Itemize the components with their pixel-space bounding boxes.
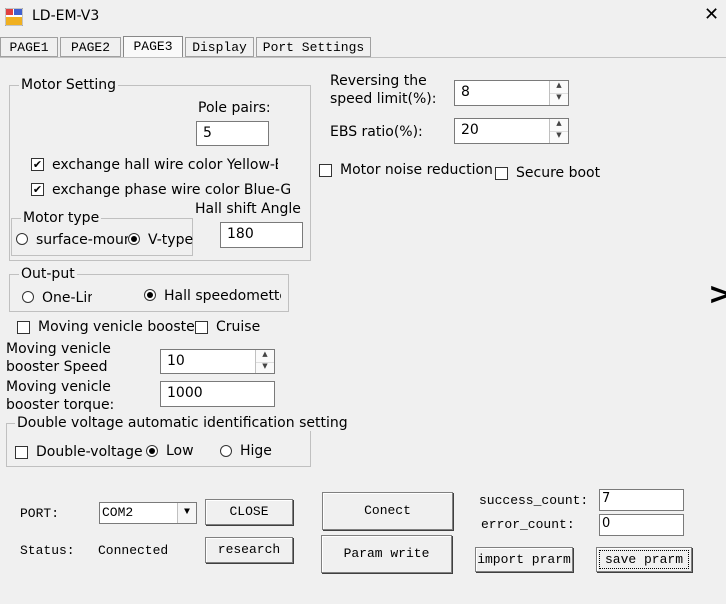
hall-shift-input[interactable]: 180 (220, 222, 303, 248)
save-param-button[interactable]: save prarm (596, 547, 692, 572)
booster-torque-label-line2: booster torque: (6, 397, 115, 413)
title-bar: LD-EM-V3 ✕ (0, 0, 726, 34)
double-voltage-legend: Double voltage automatic identification … (15, 415, 350, 431)
one-line-label: One-Line (42, 290, 92, 306)
connect-button[interactable]: Conect (322, 492, 453, 530)
tab-page3[interactable]: PAGE3 (123, 36, 183, 58)
booster-label: Moving venicle booster (38, 319, 201, 335)
one-line-radio[interactable] (22, 291, 34, 303)
phase-wire-label: exchange phase wire color Blue-Green (52, 182, 290, 198)
research-button[interactable]: research (205, 537, 293, 563)
reversing-spinner[interactable]: ▲ ▼ (549, 81, 568, 105)
phase-wire-checkbox[interactable]: ✔ (31, 183, 44, 196)
high-label: Hige (240, 443, 272, 459)
tab-divider (0, 57, 726, 58)
v-type-label: V-type (148, 232, 194, 248)
reversing-label-line1: Reversing the (330, 73, 427, 89)
booster-checkbox[interactable] (17, 321, 30, 334)
error-count-label: error_count: (481, 517, 575, 532)
motor-type-legend: Motor type (21, 210, 102, 226)
output-legend: Out-put (19, 266, 77, 282)
motor-setting-legend: Motor Setting (19, 77, 119, 93)
hall-shift-label: Hall shift Angle (195, 201, 301, 217)
tab-page1[interactable]: PAGE1 (0, 37, 58, 57)
surface-mounted-label: surface-mounted (36, 232, 128, 248)
status-value: Connected (98, 543, 169, 558)
reversing-label-line2: speed limit(%): (330, 91, 437, 107)
tab-page2[interactable]: PAGE2 (60, 37, 121, 57)
close-icon[interactable]: ✕ (704, 6, 719, 24)
hall-speedometer-radio[interactable] (144, 289, 156, 301)
low-label: Low (166, 443, 194, 459)
chevron-right-icon[interactable]: > (708, 280, 726, 310)
pole-pairs-input[interactable]: 5 (196, 121, 269, 146)
port-select-value: COM2 (102, 505, 134, 520)
v-type-radio[interactable] (128, 233, 140, 245)
status-label: Status: (20, 543, 75, 558)
double-voltage-checkbox[interactable] (15, 446, 28, 459)
booster-torque-label-line1: Moving venicle (6, 379, 111, 395)
error-count-input[interactable]: 0 (599, 514, 684, 536)
secure-boot-label: Secure boot (516, 165, 601, 181)
booster-speed-label-line1: Moving venicle (6, 341, 111, 357)
noise-reduction-checkbox[interactable] (319, 164, 332, 177)
cruise-checkbox[interactable] (195, 321, 208, 334)
param-write-button[interactable]: Param write (321, 535, 452, 573)
ebs-ratio-input[interactable]: 20 ▲ ▼ (454, 118, 569, 144)
noise-reduction-label: Motor noise reduction (340, 162, 493, 178)
booster-torque-input[interactable]: 1000 (160, 381, 275, 407)
pole-pairs-label: Pole pairs: (198, 100, 271, 116)
double-voltage-label: Double-voltage (36, 444, 143, 460)
chevron-down-icon[interactable]: ▼ (177, 503, 196, 523)
window-title: LD-EM-V3 (32, 8, 100, 24)
surface-mounted-radio[interactable] (16, 233, 28, 245)
hall-wire-checkbox[interactable]: ✔ (31, 158, 44, 171)
app-icon (5, 8, 23, 26)
booster-speed-spinner[interactable]: ▲ ▼ (255, 350, 274, 373)
tab-port-settings[interactable]: Port Settings (256, 37, 371, 57)
success-count-label: success_count: (479, 493, 589, 508)
success-count-input[interactable]: 7 (599, 489, 684, 511)
ebs-spinner[interactable]: ▲ ▼ (549, 119, 568, 143)
booster-speed-label-line2: booster Speed (6, 359, 108, 375)
hall-speedometer-label: Hall speedometter (164, 288, 281, 304)
low-radio[interactable] (146, 445, 158, 457)
port-label: PORT: (20, 506, 60, 521)
tab-display[interactable]: Display (185, 37, 254, 57)
reversing-speed-input[interactable]: 8 ▲ ▼ (454, 80, 569, 106)
ebs-label: EBS ratio(%): (330, 124, 423, 140)
import-param-button[interactable]: import prarm (475, 547, 573, 572)
secure-boot-checkbox[interactable] (495, 167, 508, 180)
port-select[interactable]: COM2 ▼ (99, 502, 197, 524)
ebs-ratio-value: 20 (461, 122, 479, 138)
hall-wire-label: exchange hall wire color Yellow-Blue (52, 157, 278, 173)
reversing-speed-value: 8 (461, 84, 470, 100)
close-port-button[interactable]: CLOSE (205, 499, 293, 525)
high-radio[interactable] (220, 445, 232, 457)
booster-speed-input[interactable]: 10 ▲ ▼ (160, 349, 275, 374)
cruise-label: Cruise (216, 319, 261, 335)
booster-speed-value: 10 (167, 353, 185, 369)
